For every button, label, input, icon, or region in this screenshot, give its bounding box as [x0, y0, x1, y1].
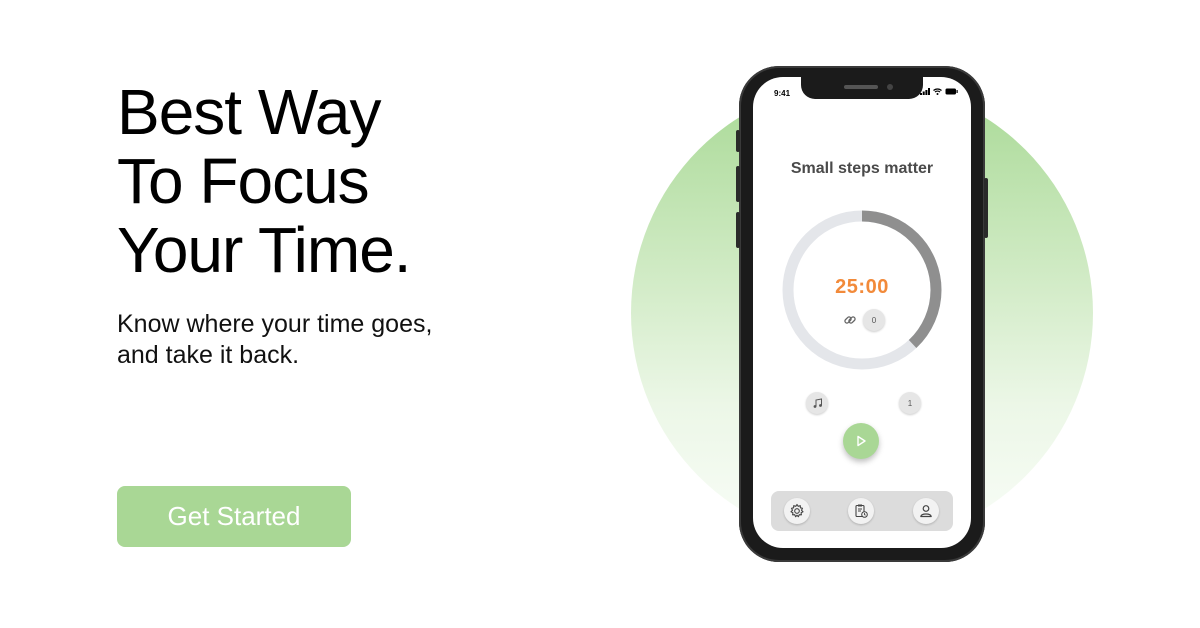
tab-settings[interactable]: [784, 498, 810, 524]
subtitle-line-2: and take it back.: [117, 341, 300, 369]
subtitle: Know where your time goes, and take it b…: [117, 309, 537, 371]
headline: Best Way To Focus Your Time.: [117, 78, 577, 285]
tab-tasks[interactable]: [848, 498, 874, 524]
cellular-signal-icon: [920, 88, 930, 95]
session-counter[interactable]: 1: [899, 392, 921, 414]
headline-line-1: Best Way: [117, 76, 381, 148]
phone-camera: [887, 84, 893, 90]
user-icon: [920, 505, 932, 518]
link-icon: [844, 316, 856, 324]
phone-side-button-volume-down: [736, 212, 740, 248]
clipboard-timer-icon: [855, 504, 868, 518]
phone-side-button-power: [984, 178, 988, 238]
status-time: 9:41: [774, 89, 791, 98]
link-button[interactable]: [839, 309, 861, 331]
play-icon: [857, 435, 866, 447]
phone-speaker: [844, 85, 878, 89]
timer-display: 25:00: [835, 276, 889, 298]
gear-icon: [790, 503, 804, 518]
wifi-icon: [933, 88, 942, 95]
session-count: 1: [907, 398, 913, 408]
app-title: Small steps matter: [790, 160, 934, 177]
music-note-icon: [813, 397, 822, 408]
subtitle-line-1: Know where your time goes,: [117, 310, 433, 338]
battery-icon: [945, 88, 958, 95]
task-badge[interactable]: 0: [863, 309, 885, 331]
play-button[interactable]: [843, 423, 879, 459]
headline-line-3: Your Time.: [117, 214, 412, 286]
phone-side-button-volume-up: [736, 166, 740, 202]
status-icons: [920, 88, 958, 95]
phone-side-button-silent: [736, 130, 740, 152]
music-button[interactable]: [806, 392, 828, 414]
tab-profile[interactable]: [913, 498, 939, 524]
get-started-button[interactable]: Get Started: [117, 486, 351, 547]
headline-line-2: To Focus: [117, 145, 370, 217]
task-badge-count: 0: [871, 315, 877, 325]
